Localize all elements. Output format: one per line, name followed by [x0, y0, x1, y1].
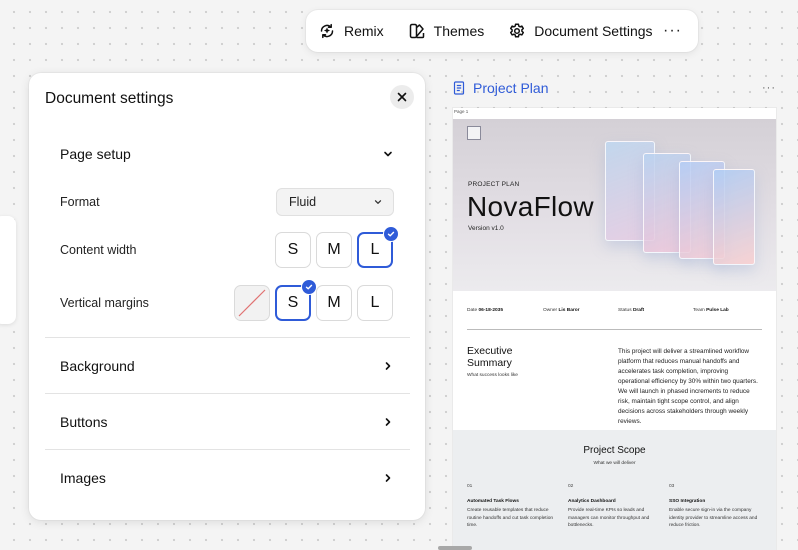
divider [45, 393, 410, 394]
hero-version: Version v1.0 [468, 225, 504, 232]
chevron-down-icon [373, 197, 383, 207]
hero-title: NovaFlow [467, 191, 594, 222]
scope-item-title: Automated Task Flows [467, 499, 519, 504]
format-label: Format [60, 195, 100, 209]
images-label: Images [60, 470, 106, 486]
meta-date: Date 06-18-2035 [467, 308, 503, 313]
scope-subheading: What we will deliver [593, 461, 636, 466]
close-icon [397, 92, 407, 102]
summary-body: This project will deliver a streamlined … [618, 348, 758, 425]
option-label: M [327, 241, 341, 258]
meta-owner-label: Owner [543, 308, 558, 313]
vertical-margins-option-s[interactable]: S [275, 279, 317, 321]
buttons-label: Buttons [60, 414, 108, 430]
meta-owner-value: Lis Baror [558, 308, 580, 313]
scope-item: 03 SSO Integration Enable secure sign-in… [669, 484, 761, 530]
scope-item-number: 01 [467, 484, 473, 489]
panel-title: Document settings [45, 90, 174, 107]
hero-section: PROJECT PLAN NovaFlow Version v1.0 [453, 119, 776, 291]
format-value: Fluid [289, 195, 317, 209]
gear-icon [508, 22, 526, 40]
meta-team: Team Pulse Lab [693, 308, 729, 313]
scope-heading: Project Scope [583, 445, 646, 456]
scope-item-number: 03 [669, 484, 675, 489]
page-setup-section-header[interactable]: Page setup [60, 146, 394, 162]
chevron-right-icon [382, 472, 394, 484]
page-setup-label: Page setup [60, 146, 131, 162]
content-width-option-s[interactable]: S [275, 232, 311, 268]
scope-item-description: Enable secure sign-in via the company id… [669, 508, 758, 528]
left-side-panel-edge [0, 216, 16, 324]
content-width-option-l[interactable]: L [357, 226, 399, 268]
close-button[interactable] [390, 85, 414, 109]
hero-eyebrow: PROJECT PLAN [468, 181, 520, 188]
more-options-button[interactable]: ··· [659, 22, 686, 40]
vertical-margins-option-l[interactable]: L [357, 285, 393, 321]
document-more-button[interactable]: ··· [762, 82, 776, 94]
meta-status: Status Draft [618, 308, 644, 313]
none-slash-icon [238, 289, 266, 317]
background-section-header[interactable]: Background [60, 358, 394, 374]
option-label: L [370, 241, 380, 258]
scope-item-description: Provide real-time KPIs so leads and mana… [568, 508, 650, 528]
meta-team-value: Pulse Lab [706, 308, 729, 313]
remix-label: Remix [344, 23, 384, 39]
scope-item-number: 02 [568, 484, 574, 489]
scope-item-description: Create reusable templates that reduce ro… [467, 508, 554, 528]
vertical-margins-option-none[interactable] [234, 285, 270, 321]
meta-date-label: Date [467, 308, 478, 313]
chevron-right-icon [382, 416, 394, 428]
divider [45, 449, 410, 450]
horizontal-scrollbar[interactable] [438, 546, 472, 550]
scope-item: 01 Automated Task Flows Create reusable … [467, 484, 559, 530]
meta-divider [467, 329, 762, 330]
chevron-down-icon [382, 148, 394, 160]
meta-date-value: 06-18-2035 [478, 308, 504, 313]
meta-status-value: Draft [632, 308, 645, 313]
themes-button[interactable]: Themes [408, 15, 485, 47]
checkmark-icon [301, 279, 317, 295]
option-label: L [370, 294, 380, 311]
format-select[interactable]: Fluid [276, 188, 394, 216]
meta-team-label: Team [693, 308, 705, 313]
checkmark-icon [383, 226, 399, 242]
option-label: M [327, 294, 341, 311]
logo-icon [467, 126, 481, 140]
document-icon [453, 81, 465, 95]
images-section-header[interactable]: Images [60, 470, 394, 486]
vertical-margins-label: Vertical margins [60, 296, 149, 310]
vertical-margins-option-m[interactable]: M [316, 285, 352, 321]
content-width-label: Content width [60, 243, 137, 257]
option-label: S [287, 294, 299, 311]
summary-subheading: What success looks like [467, 373, 518, 378]
document-settings-panel: Document settings Page setup Format Flui… [29, 73, 425, 520]
document-settings-label: Document Settings [534, 23, 653, 39]
top-toolbar: Remix Themes Document Settings ··· [306, 10, 698, 52]
option-label: S [287, 241, 299, 258]
divider [45, 337, 410, 338]
buttons-section-header[interactable]: Buttons [60, 414, 394, 430]
page-label: Page 1 [454, 109, 469, 114]
background-label: Background [60, 358, 135, 374]
document-title-label: Project Plan [473, 80, 549, 96]
scope-item: 02 Analytics Dashboard Provide real-time… [568, 484, 660, 530]
document-title[interactable]: Project Plan [453, 80, 548, 96]
remix-button[interactable]: Remix [318, 15, 384, 47]
remix-icon [318, 22, 336, 40]
scope-item-title: SSO Integration [669, 499, 706, 504]
themes-label: Themes [433, 23, 485, 39]
document-page[interactable]: Page 1 PROJECT PLAN NovaFlow Version v1.… [453, 108, 776, 550]
scope-item-title: Analytics Dashboard [568, 499, 616, 504]
content-width-option-m[interactable]: M [316, 232, 352, 268]
document-settings-button[interactable]: Document Settings [508, 15, 653, 47]
meta-status-label: Status [618, 308, 632, 313]
themes-icon [408, 22, 426, 40]
meta-owner: Owner Lis Baror [543, 308, 580, 313]
scope-section: Project Scope What we will deliver 01 Au… [453, 430, 776, 550]
chevron-right-icon [382, 360, 394, 372]
summary-heading: Executive Summary [467, 345, 513, 369]
